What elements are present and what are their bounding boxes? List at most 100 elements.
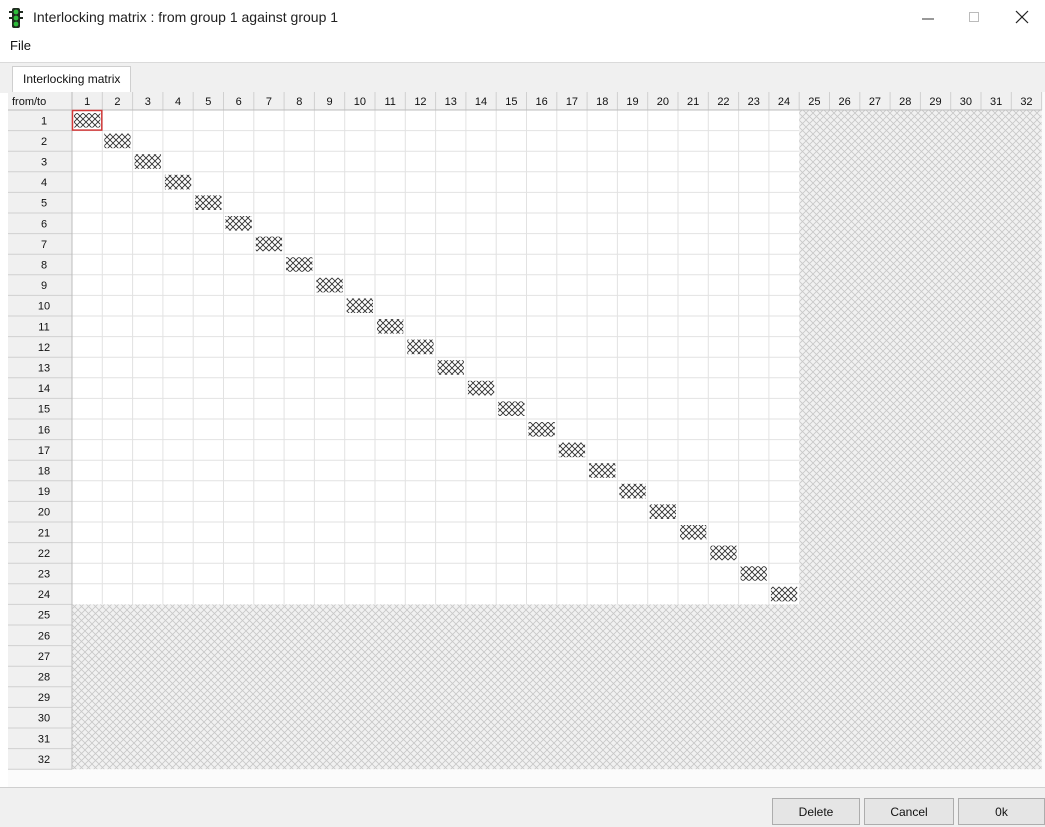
column-header[interactable]: 32 bbox=[1020, 96, 1032, 108]
close-button[interactable] bbox=[999, 0, 1045, 34]
row-header[interactable]: 23 bbox=[38, 569, 50, 581]
column-header[interactable]: 16 bbox=[536, 96, 548, 108]
row-header[interactable]: 19 bbox=[38, 486, 50, 498]
column-header[interactable]: 2 bbox=[114, 96, 120, 108]
row-header[interactable]: 12 bbox=[38, 342, 50, 354]
column-header[interactable]: 8 bbox=[296, 96, 302, 108]
row-header[interactable]: 5 bbox=[41, 198, 47, 210]
title-bar: Interlocking matrix : from group 1 again… bbox=[0, 0, 1045, 34]
row-header[interactable]: 2 bbox=[41, 136, 47, 148]
row-header[interactable]: 24 bbox=[38, 589, 50, 601]
column-header[interactable]: 20 bbox=[657, 96, 669, 108]
row-header[interactable]: 11 bbox=[38, 321, 49, 333]
diagonal-cell[interactable] bbox=[770, 586, 798, 602]
row-header[interactable]: 26 bbox=[38, 630, 50, 642]
row-header[interactable]: 15 bbox=[38, 404, 50, 416]
column-header[interactable]: 19 bbox=[626, 96, 638, 108]
row-header[interactable]: 10 bbox=[38, 301, 50, 313]
diagonal-cell[interactable] bbox=[286, 257, 313, 272]
minimize-button[interactable] bbox=[905, 0, 951, 34]
column-header[interactable]: 29 bbox=[929, 96, 941, 108]
maximize-button[interactable] bbox=[951, 0, 997, 34]
column-header[interactable]: 30 bbox=[960, 96, 972, 108]
row-header[interactable]: 16 bbox=[38, 424, 50, 436]
row-header[interactable]: 28 bbox=[38, 672, 50, 684]
column-header[interactable]: 12 bbox=[414, 96, 426, 108]
row-header[interactable]: 30 bbox=[38, 713, 50, 725]
diagonal-cell[interactable] bbox=[649, 504, 676, 519]
row-header[interactable]: 27 bbox=[38, 651, 50, 663]
cancel-button[interactable]: Cancel bbox=[864, 798, 954, 825]
diagonal-cell[interactable] bbox=[164, 174, 192, 190]
row-header[interactable]: 9 bbox=[41, 280, 47, 292]
column-header[interactable]: 27 bbox=[869, 96, 881, 108]
row-header[interactable]: 29 bbox=[38, 692, 50, 704]
row-header[interactable]: 21 bbox=[38, 527, 50, 539]
column-header[interactable]: 31 bbox=[990, 96, 1002, 108]
row-header[interactable]: 25 bbox=[38, 610, 50, 622]
diagonal-cell[interactable] bbox=[437, 360, 464, 375]
column-header[interactable]: 10 bbox=[354, 96, 366, 108]
row-header[interactable]: 32 bbox=[38, 754, 50, 766]
minimize-icon bbox=[922, 18, 934, 20]
row-header[interactable]: 20 bbox=[38, 507, 50, 519]
row-header[interactable]: 4 bbox=[41, 177, 47, 189]
diagonal-cell[interactable] bbox=[740, 566, 767, 581]
row-header[interactable]: 22 bbox=[38, 548, 50, 560]
diagonal-cell[interactable] bbox=[134, 154, 161, 169]
diagonal-cell[interactable] bbox=[225, 216, 252, 231]
row-header[interactable]: 8 bbox=[41, 260, 47, 272]
row-header[interactable]: 7 bbox=[41, 239, 47, 251]
column-header[interactable]: 21 bbox=[687, 96, 699, 108]
column-header[interactable]: 28 bbox=[899, 96, 911, 108]
diagonal-cell[interactable] bbox=[316, 277, 343, 293]
diagonal-cell[interactable] bbox=[498, 401, 525, 416]
button-bar: Delete Cancel 0k bbox=[0, 787, 1045, 827]
column-header[interactable]: 24 bbox=[778, 96, 790, 108]
diagonal-cell[interactable] bbox=[710, 545, 737, 561]
column-header[interactable]: 1 bbox=[84, 96, 90, 108]
column-header[interactable]: 3 bbox=[145, 96, 151, 108]
row-header[interactable]: 6 bbox=[41, 218, 47, 230]
column-header[interactable]: 23 bbox=[748, 96, 760, 108]
column-header[interactable]: 13 bbox=[445, 96, 457, 108]
diagonal-cell[interactable] bbox=[74, 113, 101, 128]
row-header[interactable]: 13 bbox=[38, 363, 50, 375]
interlocking-matrix-grid[interactable]: from/to 1 2 3 4 5 6 7 8 9 10 11 12 13 14 15 16 17 18 19 20 21… bbox=[8, 92, 1045, 787]
column-header[interactable]: 9 bbox=[326, 96, 332, 108]
diagonal-cell[interactable] bbox=[104, 133, 131, 149]
column-header[interactable]: 18 bbox=[596, 96, 608, 108]
diagonal-cell[interactable] bbox=[195, 195, 222, 210]
column-header[interactable]: 7 bbox=[266, 96, 272, 108]
tab-interlocking-matrix[interactable]: Interlocking matrix bbox=[12, 66, 132, 94]
column-header[interactable]: 6 bbox=[236, 96, 242, 108]
ok-button[interactable]: 0k bbox=[958, 798, 1045, 825]
column-header[interactable]: 11 bbox=[384, 96, 395, 108]
diagonal-cell[interactable] bbox=[589, 463, 616, 478]
diagonal-cell[interactable] bbox=[407, 339, 434, 355]
column-header[interactable]: 22 bbox=[717, 96, 729, 108]
row-header[interactable]: 3 bbox=[41, 157, 47, 169]
diagonal-cell[interactable] bbox=[255, 236, 283, 252]
row-header[interactable]: 1 bbox=[41, 115, 47, 127]
row-header[interactable]: 14 bbox=[38, 383, 50, 395]
diagonal-cell[interactable] bbox=[467, 380, 495, 396]
diagonal-cell[interactable] bbox=[680, 525, 707, 540]
row-header[interactable]: 18 bbox=[38, 466, 50, 478]
diagonal-cell[interactable] bbox=[528, 422, 555, 437]
column-header[interactable]: 25 bbox=[808, 96, 820, 108]
diagonal-cell[interactable] bbox=[619, 483, 646, 499]
row-header[interactable]: 17 bbox=[38, 445, 50, 457]
column-header[interactable]: 15 bbox=[505, 96, 517, 108]
diagonal-cell[interactable] bbox=[377, 319, 404, 334]
column-header[interactable]: 4 bbox=[175, 96, 181, 108]
diagonal-cell[interactable] bbox=[558, 442, 586, 458]
menu-file[interactable]: File bbox=[6, 36, 35, 55]
column-header[interactable]: 5 bbox=[205, 96, 211, 108]
row-header[interactable]: 31 bbox=[38, 733, 50, 745]
diagonal-cell[interactable] bbox=[346, 298, 373, 313]
column-header[interactable]: 17 bbox=[566, 96, 578, 108]
delete-button[interactable]: Delete bbox=[772, 798, 860, 825]
column-header[interactable]: 26 bbox=[839, 96, 851, 108]
column-header[interactable]: 14 bbox=[475, 96, 487, 108]
